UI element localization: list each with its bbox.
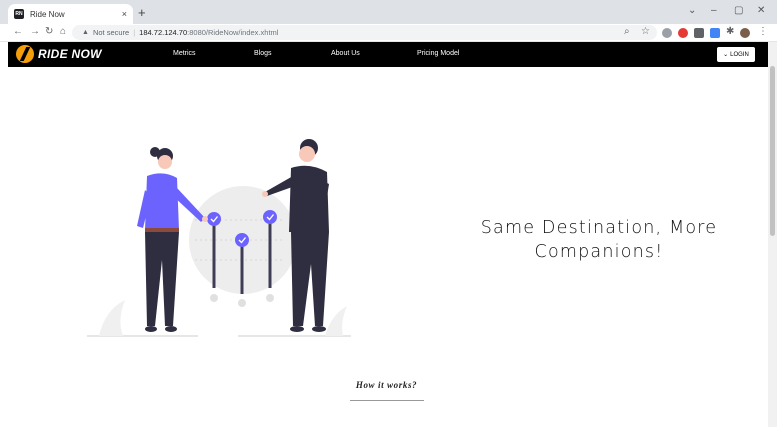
nav-link-blogs[interactable]: Blogs <box>254 50 272 57</box>
check-icon <box>235 233 249 247</box>
not-secure-label: Not secure <box>92 28 130 37</box>
slider-base <box>210 294 218 302</box>
tab-title: Ride Now <box>30 9 65 19</box>
browser-menu-icon[interactable]: ⋮ <box>758 26 768 38</box>
check-icon <box>263 210 277 224</box>
nav-link-about-us[interactable]: About Us <box>331 50 360 57</box>
back-icon[interactable]: ← <box>13 26 23 38</box>
extension-leaf-icon[interactable] <box>694 28 704 38</box>
profile-avatar[interactable] <box>740 28 750 38</box>
maximize-icon[interactable]: ▢ <box>734 5 743 16</box>
browser-toolbar: ← → ↻ ⌂ ▲ Not secure | 184.72.124.70 :80… <box>0 24 777 42</box>
home-icon[interactable]: ⌂ <box>60 26 66 38</box>
close-tab-icon[interactable]: × <box>122 9 127 19</box>
reload-icon[interactable]: ↻ <box>45 26 53 38</box>
nav-link-pricing-model[interactable]: Pricing Model <box>417 50 459 57</box>
url-host: 184.72.124.70 <box>139 28 188 37</box>
slider-base <box>266 294 274 302</box>
plant-shape <box>325 306 347 336</box>
extension-pen-icon[interactable] <box>662 28 672 38</box>
tab-search-icon[interactable]: ⌄ <box>688 5 696 16</box>
scrollbar-thumb[interactable] <box>770 66 775 236</box>
login-button[interactable]: ⌄ LOGIN <box>717 47 755 62</box>
zoom-icon[interactable]: ⌕ <box>624 26 630 38</box>
check-icon <box>207 212 221 226</box>
bookmark-star-icon[interactable]: ☆ <box>641 26 650 38</box>
heading-underline <box>350 400 424 401</box>
slider-base <box>238 299 246 307</box>
hero-tagline: Same Destination, More Companions! <box>470 216 728 264</box>
how-it-works-heading: How it works? <box>355 380 418 390</box>
forward-icon[interactable]: → <box>30 26 40 38</box>
address-bar[interactable]: ▲ Not secure | 184.72.124.70 :8080/RideN… <box>72 25 657 40</box>
extension-adblock-icon[interactable] <box>678 28 688 38</box>
nav-link-metrics[interactable]: Metrics <box>173 50 196 57</box>
browser-tab[interactable]: RN Ride Now × <box>8 4 133 24</box>
extensions-puzzle-icon[interactable]: ✱ <box>726 26 734 38</box>
page-scrollbar[interactable] <box>768 42 777 427</box>
minimize-icon[interactable]: – <box>711 5 717 16</box>
browser-tab-bar: RN Ride Now × + ⌄ – ▢ ✕ <box>0 0 777 24</box>
site-logo[interactable]: RIDE NOW <box>16 45 102 63</box>
url-separator: | <box>133 28 136 37</box>
warning-icon: ▲ <box>82 29 89 36</box>
site-navbar: RIDE NOW Metrics Blogs About Us Pricing … <box>8 42 768 67</box>
extension-docs-icon[interactable] <box>710 28 720 38</box>
bolt-logo-icon <box>16 45 34 63</box>
site-favicon-icon: RN <box>14 9 24 19</box>
tagline-line-1: Same Destination, More <box>480 218 718 238</box>
login-label: LOGIN <box>730 51 749 58</box>
new-tab-button[interactable]: + <box>138 6 146 20</box>
tagline-line-2: Companions! <box>534 242 664 262</box>
logo-text: RIDE NOW <box>38 47 102 61</box>
close-window-icon[interactable]: ✕ <box>757 5 765 16</box>
plant-shape <box>99 300 125 336</box>
url-path: :8080/RideNow/index.xhtml <box>187 28 279 37</box>
chevron-down-icon: ⌄ <box>723 52 729 58</box>
hero-illustration <box>87 139 351 337</box>
